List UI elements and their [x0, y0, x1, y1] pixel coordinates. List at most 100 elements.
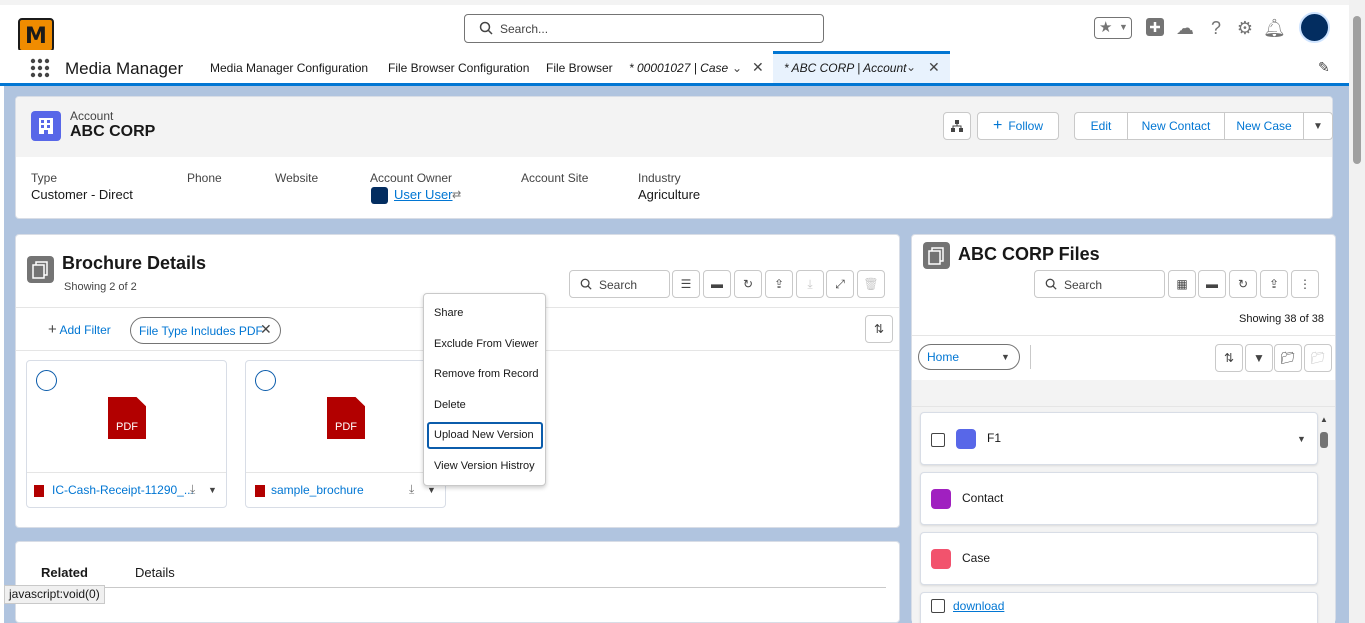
edit-nav-icon[interactable]: ✎: [1318, 59, 1330, 76]
sort-button[interactable]: ⇅: [1215, 344, 1243, 372]
menu-item-remove-from-record[interactable]: Remove from Record: [434, 368, 539, 380]
tab-case[interactable]: * 00001027 | Case: [629, 61, 728, 75]
close-icon[interactable]: ✕: [928, 59, 940, 76]
menu-item-exclude-from-viewer[interactable]: Exclude From Viewer: [434, 338, 538, 350]
plus-icon: +: [48, 321, 57, 338]
avatar[interactable]: [1299, 12, 1330, 43]
move-to-folder-button[interactable]: 📁︎: [1274, 344, 1302, 372]
grid-view-button[interactable]: ▦: [1168, 270, 1196, 298]
chevron-down-icon[interactable]: ⌄: [906, 60, 916, 74]
search-icon: [479, 21, 493, 35]
row-checkbox[interactable]: [931, 433, 945, 447]
new-contact-button[interactable]: New Contact: [1127, 112, 1225, 140]
menu-item-view-version-history[interactable]: View Version Histroy: [434, 460, 535, 472]
more-actions-button[interactable]: ▼: [1303, 112, 1333, 140]
list-item-label: F1: [987, 431, 1002, 445]
status-bar-url: javascript:void(0): [4, 585, 105, 604]
sort-button[interactable]: ⇅: [865, 315, 893, 343]
chevron-down-icon[interactable]: ▼: [208, 485, 217, 495]
folder-select-value: Home: [927, 350, 960, 364]
page-scrollbar[interactable]: [1349, 0, 1365, 623]
download-button[interactable]: ⤓: [796, 270, 824, 298]
row-checkbox[interactable]: [931, 599, 945, 613]
tab-details[interactable]: Details: [135, 565, 175, 580]
chevron-down-icon[interactable]: ⌄: [732, 61, 742, 75]
delete-button[interactable]: 🗑︎: [857, 270, 885, 298]
star-icon: ★: [1099, 19, 1113, 36]
tab-file-browser-configuration[interactable]: File Browser Configuration: [388, 61, 529, 75]
trailhead-icon[interactable]: ☁: [1174, 17, 1196, 39]
related-card: Related Details: [15, 541, 900, 623]
tab-account-label: * ABC CORP | Account: [784, 61, 907, 75]
list-item-file[interactable]: download: [920, 592, 1318, 623]
refresh-button[interactable]: ↻: [734, 270, 762, 298]
files-search-input[interactable]: Search: [1034, 270, 1165, 298]
global-create-icon[interactable]: [1144, 17, 1166, 39]
follow-button[interactable]: + Follow: [977, 112, 1059, 140]
tab-related[interactable]: Related: [41, 565, 88, 580]
pdf-icon: [34, 485, 44, 497]
file-name-link[interactable]: sample_brochure: [271, 483, 364, 497]
new-folder-button[interactable]: 📁︎: [1304, 344, 1332, 372]
list-item-label[interactable]: download: [953, 599, 1004, 613]
bell-icon[interactable]: 🔔︎: [1263, 17, 1286, 39]
file-tile[interactable]: PDF IC-Cash-Receipt-11290_... ⤓ ▼: [26, 360, 227, 508]
help-icon[interactable]: ?: [1205, 17, 1227, 39]
close-icon[interactable]: ✕: [752, 59, 764, 76]
chevron-down-icon[interactable]: ▼: [427, 485, 436, 495]
change-owner-icon[interactable]: ⇄: [452, 188, 461, 201]
list-item-folder[interactable]: Case: [920, 532, 1318, 585]
menu-item-upload-new-version[interactable]: Upload New Version: [434, 429, 534, 441]
download-icon[interactable]: ⤓: [190, 482, 195, 497]
files-icon: [923, 242, 950, 269]
tab-media-manager-configuration[interactable]: Media Manager Configuration: [210, 61, 368, 75]
field-value-type: Customer - Direct: [31, 187, 133, 202]
filter-button[interactable]: ▼: [1245, 344, 1273, 372]
scroll-thumb[interactable]: [1353, 16, 1361, 164]
upload-button[interactable]: ⇪: [1260, 270, 1288, 298]
brochure-search-input[interactable]: Search: [569, 270, 670, 298]
upload-button[interactable]: ⇪: [765, 270, 793, 298]
field-label-website: Website: [275, 171, 319, 185]
field-value-owner-link[interactable]: User User: [394, 187, 453, 202]
tile-view-button[interactable]: ▬: [703, 270, 731, 298]
field-value-industry: Agriculture: [638, 187, 701, 202]
select-checkbox[interactable]: [36, 370, 57, 391]
list-item-folder[interactable]: F1 ▼: [920, 412, 1318, 465]
refresh-button[interactable]: ↻: [1229, 270, 1257, 298]
list-view-button[interactable]: ☰: [672, 270, 700, 298]
tile-view-button[interactable]: ▬: [1198, 270, 1226, 298]
hierarchy-button[interactable]: [943, 112, 971, 140]
folder-select[interactable]: Home ▼: [918, 344, 1020, 370]
download-icon[interactable]: ⤓: [409, 482, 414, 497]
expand-button[interactable]: ⤢: [826, 270, 854, 298]
contact-icon: [931, 489, 951, 509]
app-launcher-icon[interactable]: [30, 58, 50, 78]
close-icon[interactable]: ✕: [260, 321, 272, 338]
file-name-link[interactable]: IC-Cash-Receipt-11290_...: [52, 483, 194, 497]
global-search-input[interactable]: Search...: [464, 14, 824, 43]
tab-account-active[interactable]: * ABC CORP | Account ⌄ ✕: [773, 51, 950, 83]
brochure-count: Showing 2 of 2: [64, 281, 137, 293]
filter-pill[interactable]: File Type Includes PDF ✕: [130, 317, 281, 344]
app-logo[interactable]: M: [18, 18, 54, 52]
account-icon: [31, 111, 61, 141]
panel-scrollbar[interactable]: ▲: [1320, 415, 1328, 620]
favorites-button[interactable]: ★ ▼: [1094, 17, 1132, 39]
edit-button[interactable]: Edit: [1074, 112, 1128, 140]
chevron-down-icon[interactable]: ▼: [1297, 434, 1306, 444]
new-case-button[interactable]: New Case: [1224, 112, 1304, 140]
file-tile[interactable]: PDF sample_brochure ⤓ ▼: [245, 360, 446, 508]
menu-item-delete[interactable]: Delete: [434, 399, 466, 411]
add-filter-link[interactable]: + Add Filter: [48, 321, 111, 338]
menu-item-share[interactable]: Share: [434, 307, 463, 319]
gear-icon[interactable]: ⚙: [1234, 17, 1256, 39]
scroll-up-icon[interactable]: ▲: [1320, 415, 1328, 424]
tab-file-browser[interactable]: File Browser: [546, 61, 613, 75]
more-options-button[interactable]: ⋮: [1291, 270, 1319, 298]
file-actions-menu: Share Exclude From Viewer Remove from Re…: [423, 293, 546, 486]
select-checkbox[interactable]: [255, 370, 276, 391]
list-item-folder[interactable]: Contact: [920, 472, 1318, 525]
chevron-down-icon: ▼: [1119, 22, 1128, 32]
scroll-thumb[interactable]: [1320, 432, 1328, 448]
